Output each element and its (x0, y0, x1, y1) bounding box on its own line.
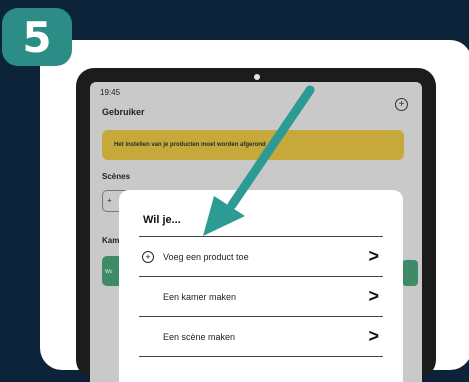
sheet-divider (139, 356, 383, 382)
pointer-arrow-icon (203, 85, 315, 236)
